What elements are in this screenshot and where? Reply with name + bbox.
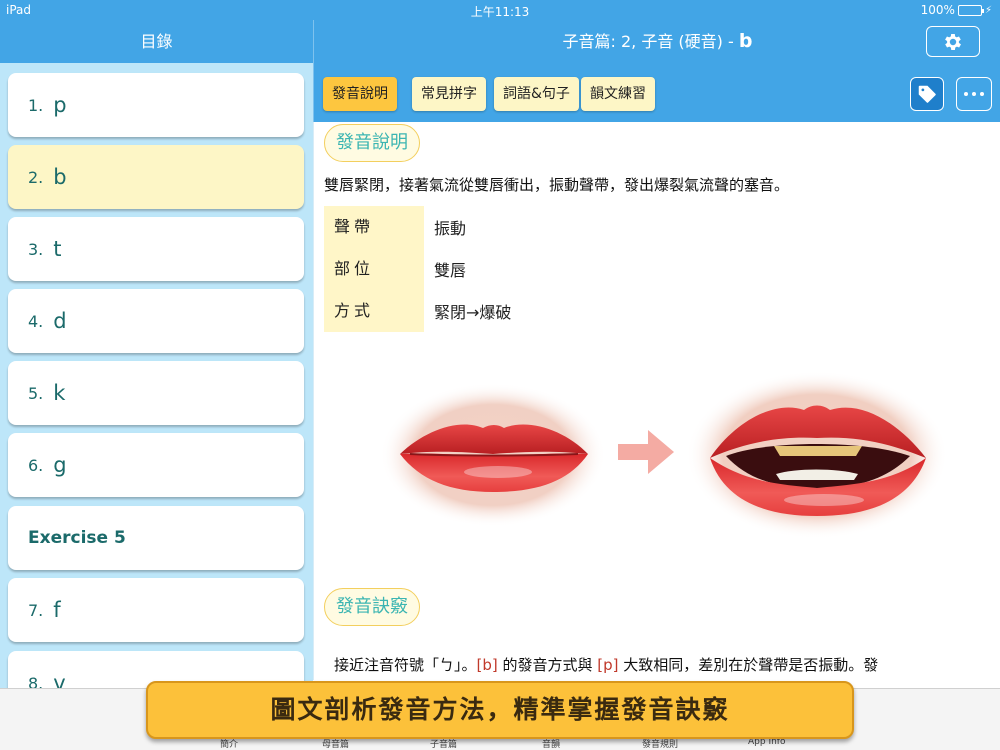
section-title-pronunciation: 發音說明 xyxy=(324,124,420,162)
list-item-number: 2. xyxy=(28,167,44,187)
tip-text: 接近注音符號「ㄅ」。[b] 的發音方式與 [p] 大致相同，差別在於聲帶是否振動… xyxy=(334,654,878,675)
page-title-text: 子音篇: 2, 子音 (硬音) - xyxy=(562,32,734,51)
list-item-label: k xyxy=(53,381,66,405)
closed-lips-image xyxy=(380,383,606,527)
property-row: 部位 雙唇 xyxy=(324,248,511,290)
content-header: 子音篇: 2, 子音 (硬音) - b xyxy=(313,20,1000,63)
arrow-right-icon xyxy=(618,430,674,474)
pronunciation-description: 雙唇緊閉，接著氣流從雙唇衝出，振動聲帶，發出爆裂氣流聲的塞音。 xyxy=(324,176,790,194)
phoneme-p: [p] xyxy=(597,656,619,674)
toolbar: 發音說明 常見拼字 詞語&句子 韻文練習 xyxy=(313,63,1000,122)
property-value: 振動 xyxy=(434,219,467,238)
open-lips-image xyxy=(686,371,948,539)
app-window: iPad 上午11:13 100% ⚡ 目錄 1. p 2. b 3. t 4. xyxy=(0,0,1000,750)
list-item-label: v xyxy=(53,671,66,688)
list-item-number: 6. xyxy=(28,455,44,475)
tab-rhyme-practice[interactable]: 韻文練習 xyxy=(581,77,655,111)
battery-percent: 100% xyxy=(920,3,955,17)
list-item-label: p xyxy=(53,93,67,117)
list-item-number: 8. xyxy=(28,673,44,689)
property-label: 聲帶 xyxy=(324,206,424,248)
battery-indicator: 100% ⚡ xyxy=(921,3,992,17)
battery-icon xyxy=(957,4,984,16)
list-item-label: t xyxy=(53,237,62,261)
phoneme-b: [b] xyxy=(476,656,498,674)
property-value: 雙唇 xyxy=(434,261,467,280)
property-label: 部位 xyxy=(324,248,424,290)
property-label: 方式 xyxy=(324,290,424,332)
list-item-k[interactable]: 5. k xyxy=(8,361,304,425)
list-item-t[interactable]: 3. t xyxy=(8,217,304,281)
tab-pronunciation[interactable]: 發音說明 xyxy=(323,77,397,111)
list-item-b[interactable]: 2. b xyxy=(8,145,304,209)
page-title: 子音篇: 2, 子音 (硬音) - b xyxy=(314,20,1000,63)
list-item-g[interactable]: 6. g xyxy=(8,433,304,497)
list-item-number: 3. xyxy=(28,239,44,259)
tab-words-sentences[interactable]: 詞語&句子 xyxy=(494,77,579,111)
list-item-f[interactable]: 7. f xyxy=(8,578,304,642)
charging-bolt-icon: ⚡ xyxy=(984,4,992,16)
property-row: 方式 緊閉→爆破 xyxy=(324,290,511,332)
status-time: 上午11:13 xyxy=(470,5,530,19)
list-item-label: d xyxy=(53,309,67,333)
gear-icon xyxy=(945,33,961,50)
tip-text-part: 的發音方式與 xyxy=(497,656,598,674)
list-item-label: Exercise 5 xyxy=(28,528,126,548)
content-area[interactable]: 發音說明 雙唇緊閉，接著氣流從雙唇衝出，振動聲帶，發出爆裂氣流聲的塞音。 聲帶 … xyxy=(313,122,1000,680)
page-title-letter: b xyxy=(738,30,753,52)
promo-banner: 圖文剖析發音方法，精準掌握發音訣竅 xyxy=(146,681,854,739)
tag-button[interactable] xyxy=(910,77,944,111)
lips-illustration xyxy=(380,370,980,540)
more-button[interactable] xyxy=(956,77,992,111)
more-icon xyxy=(964,92,968,96)
list-item-number: 1. xyxy=(28,95,44,115)
list-item-d[interactable]: 4. d xyxy=(8,289,304,353)
list-item-label: f xyxy=(53,598,61,622)
more-icon-dot xyxy=(980,92,984,96)
section-title-tips: 發音訣竅 xyxy=(324,588,420,626)
list-item-p[interactable]: 1. p xyxy=(8,73,304,137)
tag-icon xyxy=(918,85,936,103)
list-item-label: g xyxy=(53,453,67,477)
property-row: 聲帶 振動 xyxy=(324,206,511,248)
sidebar: 目錄 1. p 2. b 3. t 4. d 5. k 6. g Exercis… xyxy=(0,20,313,688)
list-item-number: 5. xyxy=(28,383,44,403)
list-item-number: 7. xyxy=(28,600,44,620)
properties-table: 聲帶 振動 部位 雙唇 方式 緊閉→爆破 xyxy=(324,206,511,332)
tip-text-part: 接近注音符號「ㄅ」。 xyxy=(334,656,477,674)
tab-common-spelling[interactable]: 常見拼字 xyxy=(412,77,486,111)
tip-text-part: 大致相同，差別在於聲帶是否振動。發 xyxy=(618,656,879,674)
list-item-number: 4. xyxy=(28,311,44,331)
list-item-label: b xyxy=(53,165,67,189)
sidebar-title: 目錄 xyxy=(0,20,313,63)
sidebar-list[interactable]: 1. p 2. b 3. t 4. d 5. k 6. g Exercise 5… xyxy=(0,63,313,688)
list-item-exercise-5[interactable]: Exercise 5 xyxy=(8,506,304,570)
settings-button[interactable] xyxy=(926,26,980,57)
property-value: 緊閉→爆破 xyxy=(434,303,512,322)
more-icon-dot xyxy=(972,92,976,96)
status-bar: iPad 上午11:13 100% ⚡ xyxy=(0,0,1000,20)
